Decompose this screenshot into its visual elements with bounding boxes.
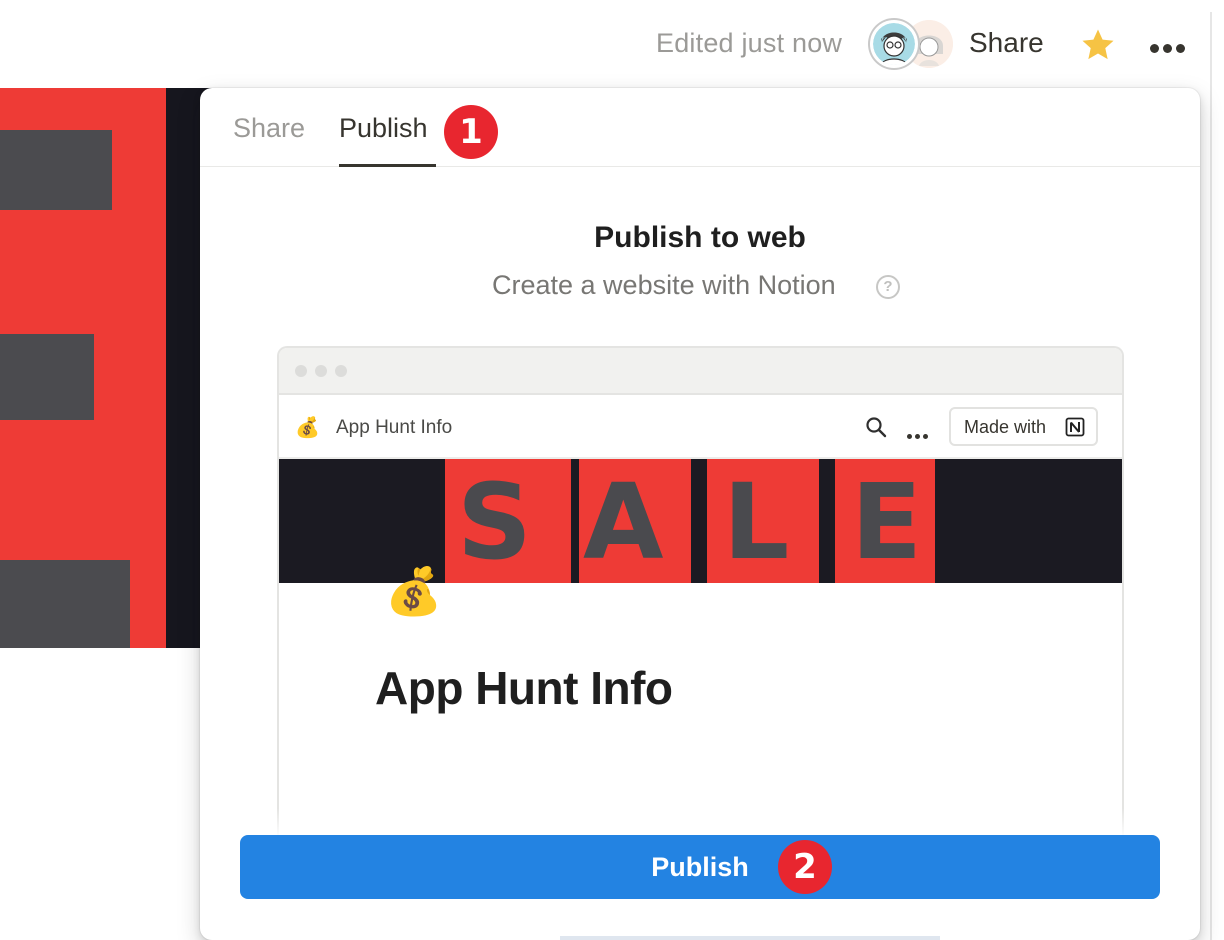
cover-letter: E xyxy=(851,461,923,583)
more-dot xyxy=(1150,44,1159,53)
site-preview: 💰 App Hunt Info Made with S A L E 💰 App … xyxy=(277,346,1124,866)
cover-letter-bar xyxy=(0,334,94,420)
made-with-notion-badge: Made with xyxy=(949,407,1098,446)
more-dot xyxy=(1163,44,1172,53)
avatar-user[interactable] xyxy=(870,20,918,68)
preview-more-icon xyxy=(907,426,931,444)
preview-site-title: App Hunt Info xyxy=(336,417,453,438)
publish-subtitle: Create a website with Notion xyxy=(492,270,836,300)
edited-status: Edited just now xyxy=(656,28,843,58)
share-button[interactable]: Share xyxy=(969,27,1044,59)
step-badge-1: 1 xyxy=(444,105,498,159)
cover-letter-bar xyxy=(0,130,112,210)
preview-navbar: 💰 App Hunt Info Made with xyxy=(279,395,1122,459)
scrollbar-track[interactable] xyxy=(1210,12,1212,940)
help-icon[interactable]: ? xyxy=(876,275,900,299)
more-dot xyxy=(1176,44,1185,53)
tab-publish[interactable]: Publish xyxy=(339,113,428,144)
made-with-label: Made with xyxy=(964,417,1047,437)
money-bag-page-icon: 💰 xyxy=(385,565,443,617)
money-bag-icon: 💰 xyxy=(295,417,320,439)
more-dot xyxy=(923,434,928,439)
step-badge-2: 2 xyxy=(778,840,832,894)
star-icon[interactable] xyxy=(1079,26,1117,64)
page-edge xyxy=(1212,0,1224,940)
window-dot-icon xyxy=(295,365,307,377)
popup-tabs: Share Publish 1 xyxy=(200,88,1200,167)
tab-share[interactable]: Share xyxy=(233,113,305,144)
page-cover-image xyxy=(0,88,220,648)
publish-button[interactable]: Publish xyxy=(240,835,1160,899)
background-content xyxy=(560,936,940,940)
publish-title: Publish to web xyxy=(594,221,806,254)
notion-window: Edited just now Share Share Publish 1 Pu… xyxy=(0,0,1224,940)
cover-letter: S xyxy=(457,461,532,583)
more-icon[interactable] xyxy=(1150,40,1190,53)
search-icon xyxy=(866,417,887,438)
page-topbar: Edited just now Share xyxy=(0,0,1224,88)
notion-logo-icon xyxy=(1065,417,1085,437)
active-tab-indicator xyxy=(339,164,436,167)
avatar-user-icon xyxy=(873,23,915,65)
cover-letter: L xyxy=(723,461,790,583)
share-publish-popup: Share Publish 1 Publish to web Create a … xyxy=(200,88,1200,940)
window-dot-icon xyxy=(335,365,347,377)
more-dot xyxy=(907,434,912,439)
cover-letter: A xyxy=(583,461,664,583)
preview-page-title: App Hunt Info xyxy=(375,662,673,714)
preview-fade xyxy=(200,808,1200,838)
cover-letter-bar xyxy=(0,560,130,648)
window-dot-icon xyxy=(315,365,327,377)
more-dot xyxy=(915,434,920,439)
browser-chrome xyxy=(279,348,1122,395)
